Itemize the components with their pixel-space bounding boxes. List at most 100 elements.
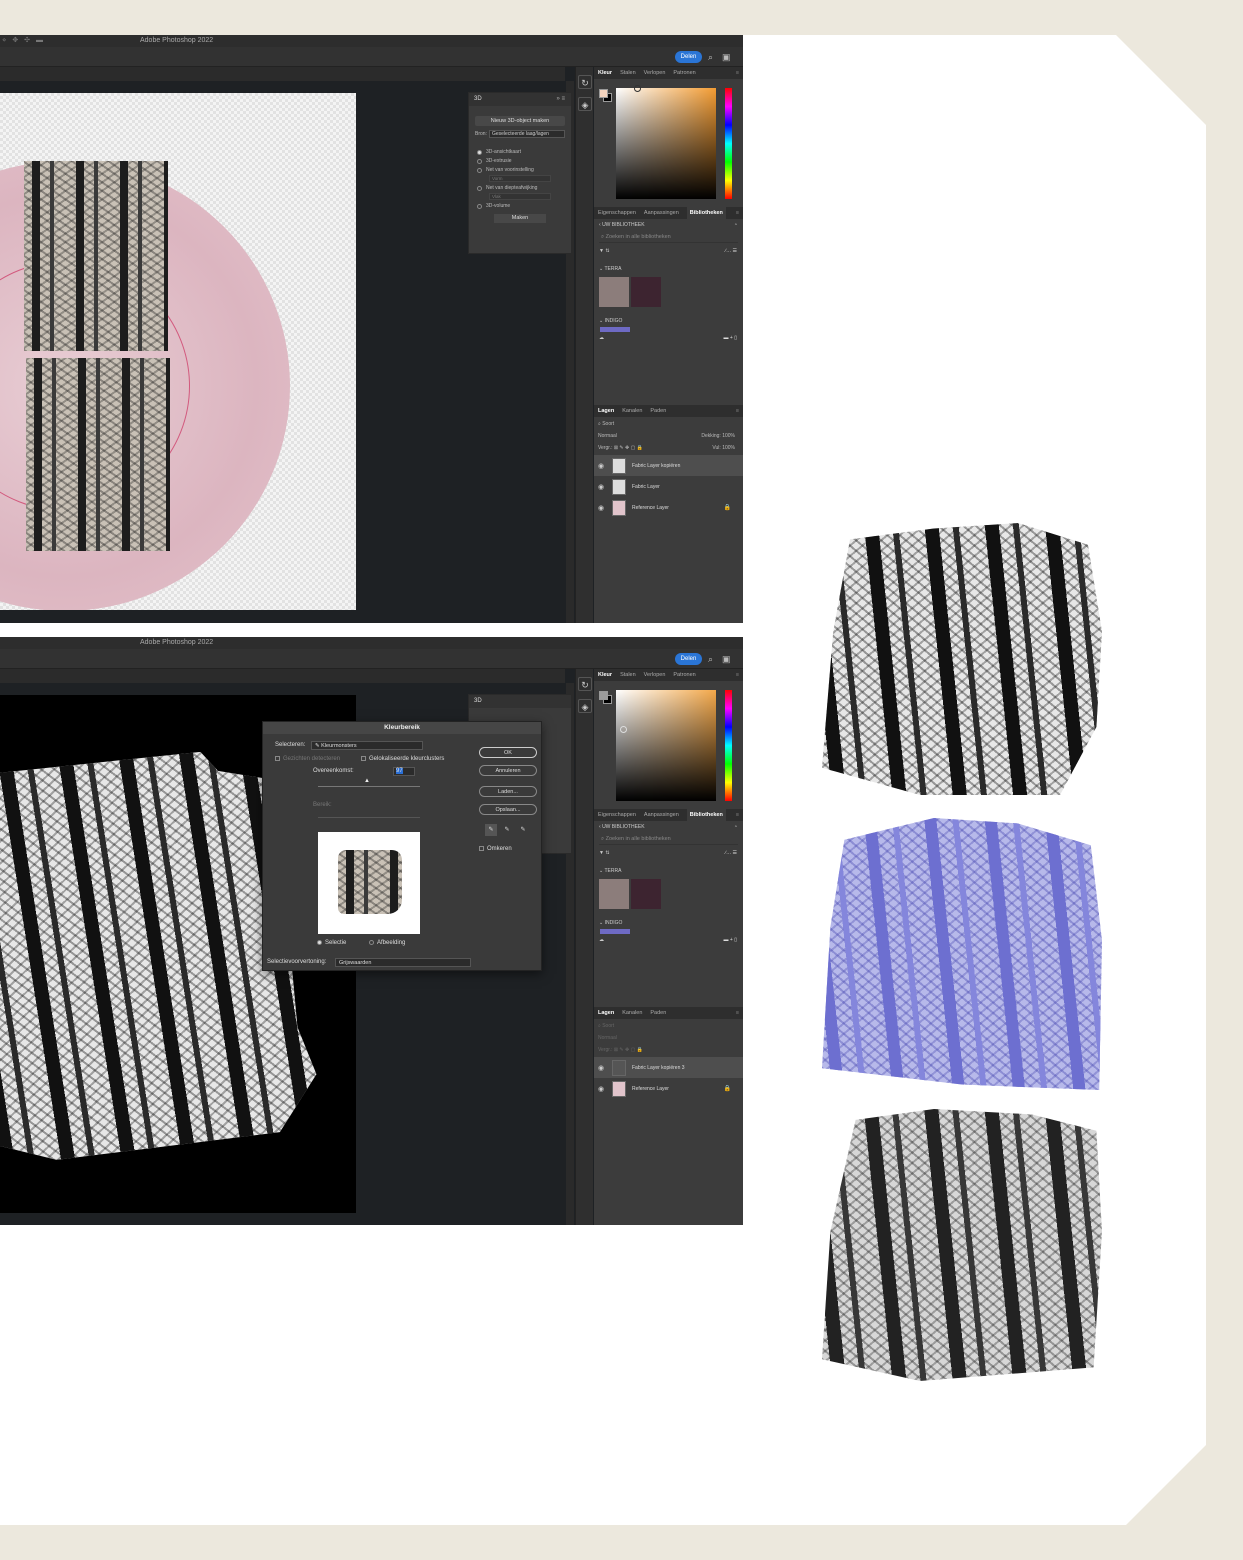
tab-adjustments[interactable]: Aanpassingen bbox=[644, 809, 679, 821]
blend-opacity-row[interactable]: Normaal Dekking: 100% bbox=[598, 431, 739, 441]
eyedropper-icon[interactable]: ✎ bbox=[485, 824, 497, 836]
tab-properties[interactable]: Eigenschappen bbox=[598, 809, 636, 821]
history-icon[interactable]: ↻ bbox=[578, 677, 592, 691]
visibility-eye-icon[interactable]: ◉ bbox=[598, 462, 606, 470]
share-button[interactable]: Delen bbox=[675, 51, 702, 63]
share-button[interactable]: Delen bbox=[675, 653, 702, 665]
fill-input[interactable]: 100% bbox=[722, 445, 735, 451]
color-picker-cursor[interactable] bbox=[620, 726, 627, 733]
tab-paths[interactable]: Paden bbox=[650, 405, 666, 417]
fuzziness-slider-thumb[interactable]: ▲ bbox=[364, 778, 370, 784]
filter-icon[interactable]: ▼ ⇅ bbox=[599, 248, 610, 254]
layer-row[interactable]: ◉ Reference Layer 🔒 bbox=[594, 1078, 743, 1099]
workspace-icon[interactable]: ▣ bbox=[722, 653, 731, 665]
tab-color[interactable]: Kleur bbox=[598, 669, 612, 681]
add-icon[interactable]: ▬ + ▯ bbox=[724, 934, 737, 946]
ok-button[interactable]: OK bbox=[479, 747, 537, 758]
terra-swatch-1[interactable] bbox=[599, 277, 629, 307]
view-icon[interactable]: ∕… ☰ bbox=[725, 243, 737, 259]
layer-row[interactable]: ◉ Reference Layer 🔒 bbox=[594, 497, 743, 518]
group-terra-label[interactable]: ⌄ TERRA bbox=[594, 263, 743, 275]
tab-libraries[interactable]: Bibliotheken bbox=[686, 809, 726, 821]
lock-fill-row[interactable]: Vergr.: ⊠ ✎ ✥ ▢ 🔒 bbox=[598, 1045, 739, 1055]
tab-gradients[interactable]: Verlopen bbox=[644, 67, 666, 79]
user-icon[interactable]: ◔ bbox=[734, 821, 737, 833]
plane-field[interactable]: Vlak bbox=[489, 193, 551, 200]
user-icon[interactable]: ◔ bbox=[734, 219, 737, 231]
invert-checkbox[interactable]: Omkeren bbox=[479, 846, 512, 852]
terra-swatch-2[interactable] bbox=[631, 277, 661, 307]
radio-3d-postcard[interactable]: 3D-ansichtkaart bbox=[477, 149, 563, 155]
color-picker-field[interactable] bbox=[616, 88, 716, 199]
filter-icon[interactable]: ▼ ⇅ bbox=[599, 850, 610, 856]
opacity-input[interactable]: 100% bbox=[722, 433, 735, 439]
tab-patterns[interactable]: Patronen bbox=[673, 669, 695, 681]
fuzziness-slider-track[interactable] bbox=[318, 786, 420, 787]
layer-filter-row[interactable]: ⌕ Soort bbox=[598, 1021, 739, 1031]
blend-opacity-row[interactable]: Normaal bbox=[598, 1033, 739, 1043]
view-icon[interactable]: ∕… ☰ bbox=[725, 845, 737, 861]
tab-channels[interactable]: Kanalen bbox=[622, 1007, 642, 1019]
layer-row[interactable]: ◉ Fabric Layer kopiëren 3 bbox=[594, 1057, 743, 1078]
lock-fill-row[interactable]: Vergr.: ⊠ ✎ ✥ ▢ 🔒 Vul: 100% bbox=[598, 443, 739, 453]
foreground-color-swatch[interactable] bbox=[599, 89, 608, 98]
add-icon[interactable]: ▬ + ▯ bbox=[724, 332, 737, 344]
radio-3d-extrusion[interactable]: 3D-extrusie bbox=[477, 158, 563, 164]
hue-slider[interactable] bbox=[725, 690, 732, 801]
select-dropdown[interactable]: ✎ Kleurmonsters bbox=[311, 741, 423, 750]
tab-properties[interactable]: Eigenschappen bbox=[598, 207, 636, 219]
terra-swatch-1[interactable] bbox=[599, 879, 629, 909]
eyedropper-subtract-icon[interactable]: ✎ bbox=[517, 824, 529, 836]
library-header[interactable]: ‹ UW BIBLIOTHEEK ◔ bbox=[594, 821, 743, 833]
cancel-button[interactable]: Annuleren bbox=[479, 765, 537, 776]
visibility-eye-icon[interactable]: ◉ bbox=[598, 483, 606, 491]
foreground-color-swatch[interactable] bbox=[599, 691, 608, 700]
fuzziness-input[interactable]: 97 bbox=[393, 767, 415, 776]
radio-image[interactable]: Afbeelding bbox=[369, 940, 405, 946]
search-icon[interactable]: ⌕ bbox=[708, 653, 713, 665]
make-button[interactable]: Maken bbox=[494, 214, 546, 223]
library-header[interactable]: ‹ UW BIBLIOTHEEK ◔ bbox=[594, 219, 743, 231]
tab-channels[interactable]: Kanalen bbox=[622, 405, 642, 417]
hue-slider[interactable] bbox=[725, 88, 732, 199]
visibility-eye-icon[interactable]: ◉ bbox=[598, 504, 606, 512]
panel-menu-icon[interactable]: ≡ bbox=[736, 207, 739, 219]
blend-mode-select[interactable]: Normaal bbox=[598, 433, 617, 439]
shape-field[interactable]: Vorm bbox=[489, 175, 551, 182]
cloud-icon[interactable]: ☁ bbox=[599, 937, 604, 943]
3d-cube-icon[interactable]: ◈ bbox=[578, 97, 592, 111]
group-terra-label[interactable]: ⌄ TERRA bbox=[594, 865, 743, 877]
save-button[interactable]: Opslaan... bbox=[479, 804, 537, 815]
tab-adjustments[interactable]: Aanpassingen bbox=[644, 207, 679, 219]
radio-mesh-preset[interactable]: Net van voorinstelling bbox=[477, 167, 563, 173]
panel-menu-icon[interactable]: ≡ bbox=[736, 669, 739, 681]
radio-selection[interactable]: Selectie bbox=[317, 940, 346, 946]
preview-mode-select[interactable]: Grijswaarden bbox=[335, 958, 471, 967]
layer-row[interactable]: ◉ Fabric Layer kopiëren bbox=[594, 455, 743, 476]
workspace-icon[interactable]: ▣ bbox=[722, 51, 731, 63]
group-indigo-label[interactable]: ⌄ INDIGO bbox=[594, 315, 743, 327]
panel-collapse-icon[interactable]: » ≡ bbox=[556, 93, 565, 106]
visibility-eye-icon[interactable]: ◉ bbox=[598, 1085, 606, 1093]
library-search-input[interactable]: ⌕ Zoeken in alle bibliotheken bbox=[599, 231, 738, 243]
panel-menu-icon[interactable]: ≡ bbox=[736, 1007, 739, 1019]
layer-filter-row[interactable]: ⌕ Soort bbox=[598, 419, 739, 429]
visibility-eye-icon[interactable]: ◉ bbox=[598, 1064, 606, 1072]
tab-gradients[interactable]: Verlopen bbox=[644, 669, 666, 681]
group-indigo-label[interactable]: ⌄ INDIGO bbox=[594, 917, 743, 929]
document-canvas[interactable] bbox=[0, 93, 356, 610]
3d-cube-icon[interactable]: ◈ bbox=[578, 699, 592, 713]
terra-swatch-2[interactable] bbox=[631, 879, 661, 909]
document-tabs[interactable] bbox=[0, 669, 565, 683]
tab-libraries[interactable]: Bibliotheken bbox=[686, 207, 726, 219]
tab-layers[interactable]: Lagen bbox=[598, 405, 614, 417]
library-search-input[interactable]: ⌕ Zoeken in alle bibliotheken bbox=[599, 833, 738, 845]
localized-clusters-checkbox[interactable]: Gelokaliseerde kleurclusters bbox=[361, 756, 444, 762]
toolbar-icons[interactable]: ⋄ ✥ ✣ ▬ bbox=[2, 35, 45, 47]
range-slider-track[interactable] bbox=[318, 817, 420, 818]
radio-depth-map[interactable]: Net van diepteafwijking bbox=[477, 185, 563, 191]
search-icon[interactable]: ⌕ bbox=[708, 51, 713, 63]
tab-layers[interactable]: Lagen bbox=[598, 1007, 614, 1019]
tab-swatches[interactable]: Stalen bbox=[620, 67, 636, 79]
tab-color[interactable]: Kleur bbox=[598, 67, 612, 79]
